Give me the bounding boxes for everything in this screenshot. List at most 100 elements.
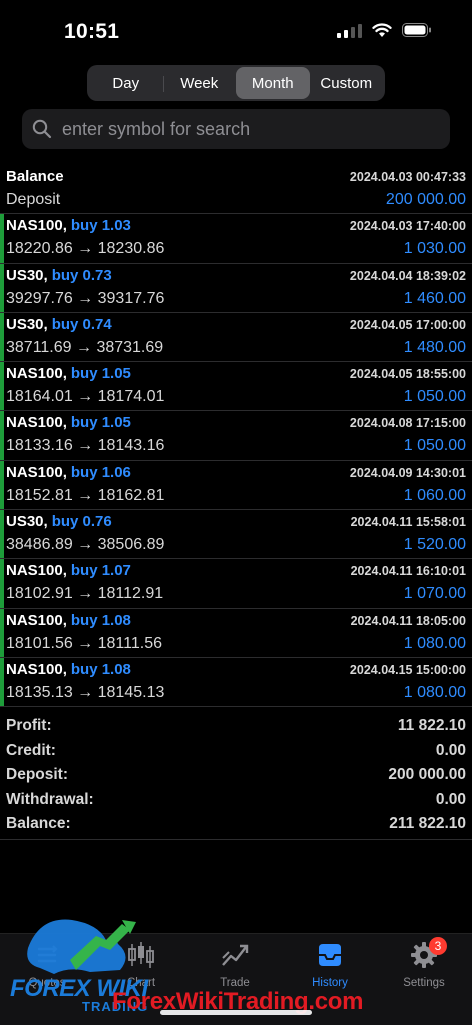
trade-profit: 1 070.00 <box>403 585 466 603</box>
summary-label: Credit: <box>6 741 56 759</box>
trade-date: 2024.04.04 18:39:02 <box>349 268 466 283</box>
trade-profit: 1 480.00 <box>403 338 466 356</box>
trade-title: NAS100, buy 1.05 <box>6 365 131 382</box>
trade-date: 2024.04.03 17:40:00 <box>349 219 466 234</box>
status-time: 10:51 <box>64 20 120 43</box>
row-title: Balance <box>6 168 64 185</box>
trade-direction: buy 1.07 <box>70 562 131 580</box>
trade-title: NAS100, buy 1.05 <box>6 414 131 431</box>
trade-row[interactable]: NAS100, buy 1.07 18102.91 → 18112.91 2024… <box>0 559 472 609</box>
trade-row[interactable]: NAS100, buy 1.08 18101.56 → 18111.56 2024… <box>0 608 472 658</box>
trade-prices: 18220.86 → 18230.86 <box>6 240 165 258</box>
trade-profit: 1 460.00 <box>403 289 466 307</box>
trade-prices: 18101.56 → 18111.56 <box>6 634 162 652</box>
trade-symbol: NAS100, <box>6 365 67 383</box>
trade-profit: 1 050.00 <box>403 437 466 455</box>
trade-direction: buy 1.06 <box>70 463 131 481</box>
trade-row[interactable]: NAS100, buy 1.06 18152.81 → 18162.81 2024… <box>0 460 472 511</box>
trade-title: NAS100, buy 1.03 <box>6 217 131 234</box>
trade-prices: 39297.76 → 39317.76 <box>6 289 165 307</box>
trade-prices: 38711.69 → 38731.69 <box>6 338 164 356</box>
summary-value: 211 822.10 <box>389 815 466 832</box>
cellular-signal-icon <box>337 22 362 38</box>
tab-trade[interactable]: Trade <box>188 934 282 994</box>
trade-date: 2024.04.05 17:00:00 <box>349 317 466 332</box>
trade-title: US30, buy 0.76 <box>6 513 112 530</box>
summary-profit: Profit: 11 822.10 <box>0 714 472 739</box>
trade-direction: buy 0.76 <box>51 513 112 531</box>
segment-custom[interactable]: Custom <box>310 67 384 99</box>
gear-icon: 3 <box>409 937 447 971</box>
balance-deposit-row[interactable]: Balance Deposit 2024.04.03 00:47:33 200 … <box>0 165 472 215</box>
trade-profit: 1 520.00 <box>403 536 466 554</box>
trade-title: US30, buy 0.73 <box>6 267 112 284</box>
summary-value: 0.00 <box>435 741 466 759</box>
trade-date: 2024.04.05 18:55:00 <box>349 367 466 382</box>
trade-row[interactable]: NAS100, buy 1.05 18133.16 → 18143.16 2024… <box>0 411 472 461</box>
trade-direction: buy 1.08 <box>70 660 131 678</box>
segment-month[interactable]: Month <box>236 67 310 99</box>
battery-icon <box>402 23 431 37</box>
trade-row[interactable]: US30, buy 0.74 38711.69 → 38731.69 2024.0… <box>0 312 472 363</box>
tab-history[interactable]: History <box>283 934 377 994</box>
home-indicator[interactable] <box>160 1010 312 1015</box>
trade-prices: 38486.89 → 38506.89 <box>6 536 165 554</box>
trade-symbol: NAS100, <box>6 611 67 629</box>
trade-date: 2024.04.15 15:00:00 <box>349 662 466 677</box>
trade-profit: 1 030.00 <box>403 240 466 258</box>
trade-profit: 1 060.00 <box>403 486 466 504</box>
settings-badge: 3 <box>429 937 447 955</box>
trade-direction: buy 1.03 <box>70 217 131 235</box>
trade-profit: 1 080.00 <box>403 683 466 701</box>
trade-trend-icon <box>220 939 250 971</box>
trade-row[interactable]: NAS100, buy 1.08 18135.13 → 18145.13 2024… <box>0 657 472 708</box>
summary-label: Balance: <box>6 815 71 832</box>
trade-prices: 18133.16 → 18143.16 <box>6 437 165 455</box>
trade-prices: 18102.91 → 18112.91 <box>6 585 164 603</box>
summary-value: 11 822.10 <box>397 717 466 734</box>
summary-value: 0.00 <box>435 790 466 808</box>
summary-balance: Balance: 211 822.10 <box>0 812 472 837</box>
trade-prices: 18135.13 → 18145.13 <box>6 683 165 701</box>
trade-profit: 1 080.00 <box>403 634 466 652</box>
trade-direction: buy 1.05 <box>70 365 131 383</box>
trade-title: NAS100, buy 1.06 <box>6 464 131 481</box>
status-bar: 10:51 <box>0 0 472 64</box>
trade-row[interactable]: NAS100, buy 1.03 18220.86 → 18230.86 2024… <box>0 214 472 264</box>
trade-symbol: NAS100, <box>6 463 67 481</box>
summary-deposit: Deposit: 200 000.00 <box>0 763 472 788</box>
summary-label: Deposit: <box>6 766 68 783</box>
search-icon <box>32 119 52 139</box>
trade-date: 2024.04.11 16:10:01 <box>350 564 466 579</box>
trade-row[interactable]: US30, buy 0.73 39297.76 → 39317.76 2024.0… <box>0 263 472 313</box>
trade-title: US30, buy 0.74 <box>6 316 112 333</box>
status-icons <box>337 22 432 38</box>
trade-title: NAS100, buy 1.07 <box>6 562 131 579</box>
summary-label: Withdrawal: <box>6 790 94 808</box>
row-amount: 200 000.00 <box>385 191 466 208</box>
trade-direction: buy 0.74 <box>51 315 112 333</box>
inbox-tray-icon <box>315 939 345 971</box>
summary-withdrawal: Withdrawal: 0.00 <box>0 788 472 813</box>
segment-day[interactable]: Day <box>89 67 163 99</box>
history-list: Balance Deposit 2024.04.03 00:47:33 200 … <box>0 165 472 708</box>
row-subtitle: Deposit <box>6 191 61 208</box>
trade-row[interactable]: NAS100, buy 1.05 18164.01 → 18174.01 2024… <box>0 362 472 412</box>
history-summary: Profit: 11 822.10 Credit: 0.00 Deposit: … <box>0 714 472 837</box>
trade-direction: buy 0.73 <box>51 266 112 284</box>
trade-symbol: US30, <box>6 266 48 284</box>
trade-symbol: US30, <box>6 315 48 333</box>
trade-row[interactable]: US30, buy 0.76 38486.89 → 38506.89 2024.0… <box>0 510 472 560</box>
trade-title: NAS100, buy 1.08 <box>6 612 131 629</box>
segment-week[interactable]: Week <box>162 67 237 99</box>
tab-settings[interactable]: 3 Settings <box>377 934 471 994</box>
search-input[interactable] <box>60 117 424 141</box>
row-date: 2024.04.03 00:47:33 <box>349 170 466 184</box>
summary-divider <box>0 839 472 840</box>
search-bar[interactable] <box>22 109 450 149</box>
trade-prices: 18152.81 → 18162.81 <box>6 486 165 504</box>
trade-symbol: NAS100, <box>6 217 67 235</box>
trade-direction: buy 1.05 <box>70 414 131 432</box>
trade-date: 2024.04.08 17:15:00 <box>349 416 466 431</box>
period-segmented-control: Day Week Month Custom <box>87 65 385 101</box>
